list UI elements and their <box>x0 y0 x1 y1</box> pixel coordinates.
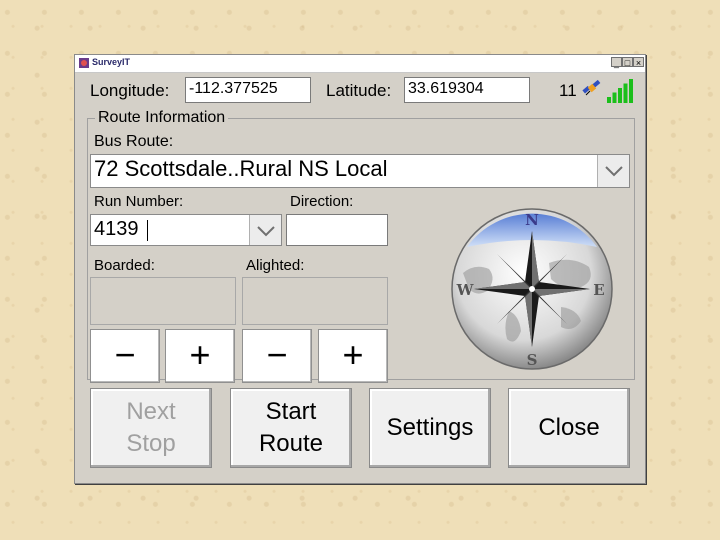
window-title: SurveyIT <box>92 57 131 67</box>
direction-label: Direction: <box>290 193 354 210</box>
signal-bar <box>623 83 628 103</box>
bus-route-dropdown-button[interactable] <box>597 155 629 187</box>
signal-bar <box>629 79 633 103</box>
latitude-field[interactable]: 33.619304 <box>404 77 530 103</box>
boarded-minus-button[interactable]: − <box>90 329 160 383</box>
bus-route-label: Bus Route: <box>94 133 174 150</box>
window-close-button[interactable]: × <box>633 57 644 68</box>
run-number-label: Run Number: <box>94 193 184 210</box>
settings-button[interactable]: Settings <box>369 388 491 468</box>
route-information-label: Route Information <box>95 109 229 127</box>
alighted-count <box>242 277 388 325</box>
boarded-label: Boarded: <box>94 257 155 274</box>
compass-west: W <box>456 281 475 299</box>
title-bar: SurveyIT _ □ × <box>75 55 645 73</box>
run-number-select[interactable]: 4139 <box>90 214 282 246</box>
compass-east: E <box>593 281 604 299</box>
close-button[interactable]: Close <box>508 388 630 468</box>
maximize-button[interactable]: □ <box>622 57 633 68</box>
alighted-plus-button[interactable]: + <box>318 329 388 383</box>
satellite-icon <box>582 79 601 96</box>
next-stop-button[interactable]: Next Stop <box>90 388 212 468</box>
signal-strength-icon <box>607 79 633 103</box>
chevron-down-icon <box>605 166 623 177</box>
signal-bar <box>618 88 622 103</box>
bus-route-select[interactable]: 72 Scottsdale..Rural NS Local <box>90 154 630 188</box>
text-cursor <box>147 220 148 241</box>
signal-bar <box>612 92 617 103</box>
start-route-label: Start Route <box>258 398 324 457</box>
compass-north: N <box>525 211 539 229</box>
longitude-field[interactable]: -112.377525 <box>185 77 311 103</box>
longitude-label: Longitude: <box>90 81 170 100</box>
run-number-value: 4139 <box>94 218 139 240</box>
surveyit-window: SurveyIT _ □ × Longitude: -112.377525 La… <box>74 54 646 484</box>
compass-south: S <box>527 351 538 369</box>
satellite-count: 11 <box>559 81 577 100</box>
bus-route-value: 72 Scottsdale..Rural NS Local <box>94 156 388 181</box>
boarded-count <box>90 277 236 325</box>
app-icon <box>79 58 89 68</box>
signal-bar <box>607 97 611 103</box>
direction-field[interactable] <box>286 214 388 246</box>
latitude-label: Latitude: <box>326 81 392 100</box>
start-route-button[interactable]: Start Route <box>230 388 352 468</box>
next-stop-label: Next Stop <box>126 398 176 457</box>
chevron-down-icon <box>257 226 275 237</box>
alighted-label: Alighted: <box>246 257 305 274</box>
alighted-minus-button[interactable]: − <box>242 329 312 383</box>
boarded-plus-button[interactable]: + <box>165 329 235 383</box>
minimize-button[interactable]: _ <box>611 57 622 68</box>
run-number-dropdown-button[interactable] <box>249 215 281 245</box>
compass-rose-icon: N S W E <box>451 208 613 370</box>
